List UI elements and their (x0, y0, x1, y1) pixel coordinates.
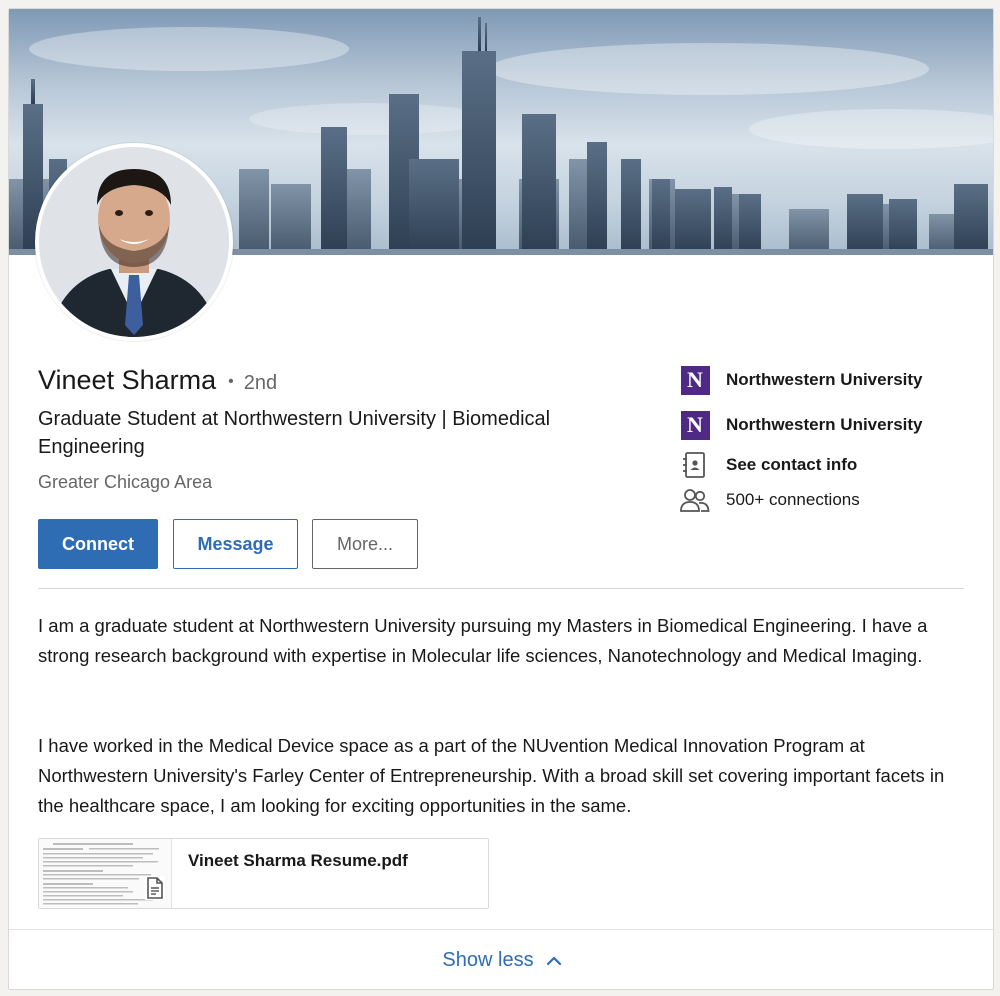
more-button[interactable]: More... (312, 519, 418, 569)
avatar-image (39, 147, 229, 337)
profile-location: Greater Chicago Area (38, 472, 213, 492)
show-less-button[interactable]: Show less (9, 930, 993, 989)
document-icon (145, 876, 165, 900)
connections-link[interactable]: 500+ connections (680, 485, 860, 515)
profile-name: Vineet Sharma (38, 365, 217, 395)
chevron-up-icon (546, 956, 561, 965)
connections-label: 500+ connections (726, 490, 860, 509)
contact-card-icon (680, 450, 710, 480)
education-item-2[interactable]: N Northwestern University (680, 410, 923, 440)
contact-info-link[interactable]: See contact info (680, 450, 857, 480)
contact-info-label: See contact info (726, 455, 858, 474)
resume-attachment[interactable]: Vineet Sharma Resume.pdf (38, 838, 489, 909)
document-thumbnail (39, 839, 172, 908)
northwestern-logo-icon: N (680, 410, 710, 440)
name-row: Vineet Sharma • 2nd (38, 365, 277, 396)
education-label: Northwestern University (726, 415, 923, 434)
education-label: Northwestern University (726, 370, 923, 389)
profile-headline: Graduate Student at Northwestern Univers… (38, 408, 551, 458)
profile-card: Vineet Sharma • 2nd Graduate Student at … (8, 8, 994, 990)
northwestern-logo-icon: N (680, 365, 710, 395)
separator-dot: • (228, 373, 234, 390)
attachment-title: Vineet Sharma Resume.pdf (188, 851, 408, 870)
profile-photo[interactable] (35, 143, 233, 341)
education-item-1[interactable]: N Northwestern University (680, 365, 923, 395)
connection-degree: 2nd (243, 372, 278, 394)
message-button[interactable]: Message (173, 519, 298, 569)
about-paragraph-2: I have worked in the Medical Device spac… (38, 735, 945, 816)
section-divider (38, 588, 964, 589)
about-paragraph-1: I am a graduate student at Northwestern … (38, 615, 928, 666)
people-icon (680, 485, 710, 515)
show-less-label: Show less (442, 949, 534, 971)
connect-button[interactable]: Connect (38, 519, 158, 569)
